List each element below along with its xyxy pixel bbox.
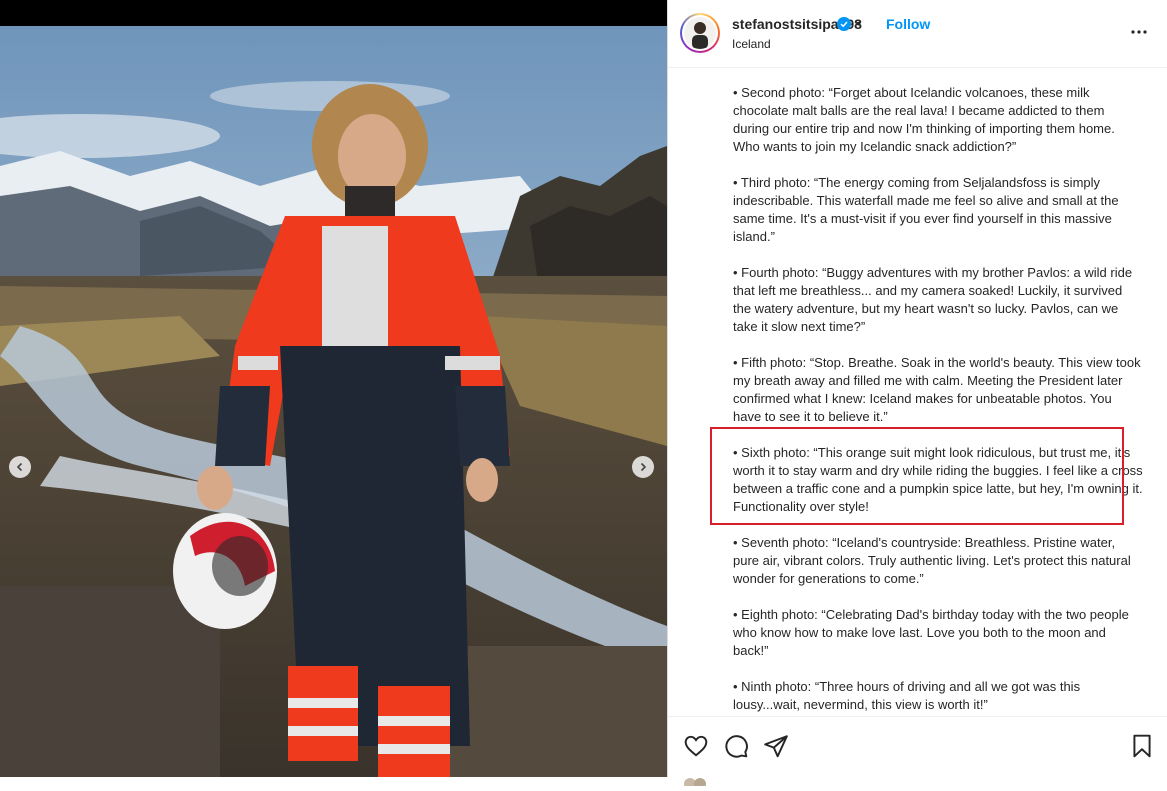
top-bar: [0, 0, 667, 26]
caption-paragraph: • Ninth photo: “Three hours of driving a…: [733, 679, 1081, 712]
chevron-right-icon[interactable]: [632, 456, 654, 478]
caption-paragraph: • Second photo: “Forget about Icelandic …: [733, 85, 1115, 154]
location-link[interactable]: Iceland: [732, 37, 771, 51]
liked-by-avatars: [684, 773, 724, 790]
post-sidebar: stefanostsitsipas98 • Follow Iceland • S…: [667, 0, 1167, 790]
post-caption: • Second photo: “Forget about Icelandic …: [733, 84, 1143, 732]
post-photo[interactable]: [0, 26, 667, 777]
iceland-photo-image: [0, 26, 667, 777]
post-actions: [668, 716, 1167, 790]
header-separator: •: [856, 15, 861, 31]
comment-icon[interactable]: [723, 733, 749, 759]
post-header: stefanostsitsipas98 • Follow Iceland: [668, 0, 1167, 68]
bookmark-icon[interactable]: [1129, 733, 1155, 759]
caption-paragraph-highlighted: • Sixth photo: “This orange suit might l…: [733, 445, 1143, 514]
heart-icon[interactable]: [683, 733, 709, 759]
chevron-left-icon[interactable]: [9, 456, 31, 478]
caption-paragraph: • Eighth photo: “Celebrating Dad's birth…: [733, 607, 1129, 658]
more-options-icon[interactable]: [1127, 24, 1151, 40]
avatar[interactable]: [680, 13, 720, 53]
follow-button[interactable]: Follow: [886, 16, 930, 32]
verified-badge-icon: [837, 17, 851, 31]
caption-paragraph: • Third photo: “The energy coming from S…: [733, 175, 1119, 244]
caption-paragraph: • Fifth photo: “Stop. Breathe. Soak in t…: [733, 355, 1141, 424]
caption-paragraph: • Seventh photo: “Iceland's countryside:…: [733, 535, 1131, 586]
caption-paragraph: • Fourth photo: “Buggy adventures with m…: [733, 265, 1133, 334]
share-icon[interactable]: [763, 733, 789, 759]
